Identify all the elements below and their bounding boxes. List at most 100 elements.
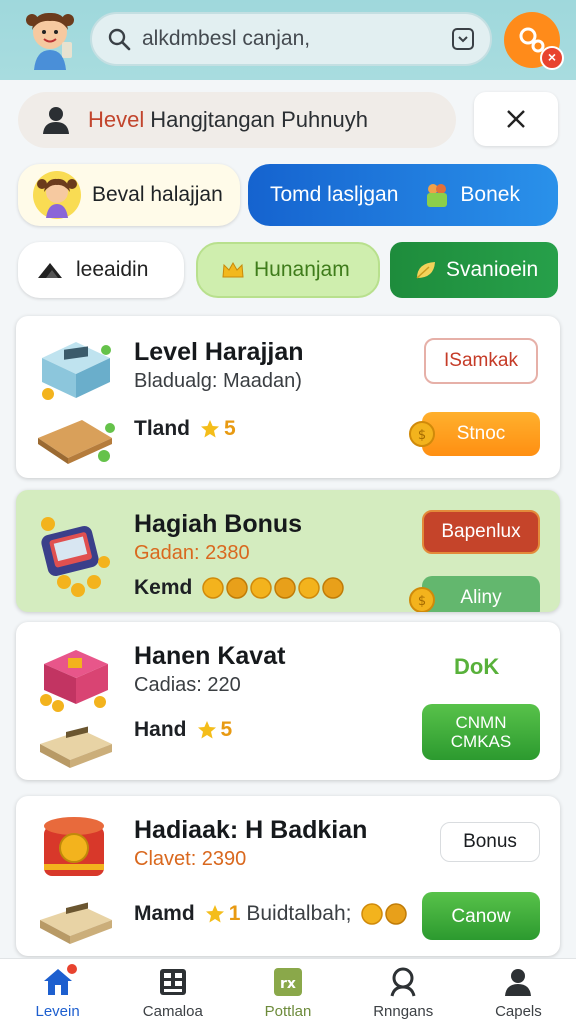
chip-bonek[interactable]: Bonek [422,180,520,210]
coin-icon [298,577,321,599]
card-meta: Kemd [134,576,345,600]
card-subtitle: Gadan: 2380 [134,542,250,564]
svg-text:$: $ [418,594,426,609]
nav-item-camaloa[interactable]: Camaloa [115,959,230,1024]
chip-hunanjam[interactable]: Hunanjam [196,242,380,298]
coin-icon [250,577,273,599]
card-meta-label: Kemd [134,576,193,599]
card-claim-button[interactable]: Canow [422,892,540,940]
card-meta-value: 1 [228,902,241,925]
red-gift-icon [40,650,108,712]
nav-label: Levein [35,1003,80,1020]
coin-icon [274,577,297,599]
star-icon [197,721,216,739]
reward-card-4[interactable]: Hadiaak: H Badkian Clavet: 2390 Mamd 1 B… [16,796,560,956]
search-bar[interactable]: alkdmbesl canjan, [90,12,492,66]
card-title: Hanen Kavat [134,642,286,670]
card-subtitle: Bladualg: Maadan) [134,370,302,392]
card-meta-label: Hand [134,718,187,741]
kid-avatar-icon[interactable] [18,8,82,70]
nav-label: Pottlan [264,1003,312,1020]
nav-item-rnngans[interactable]: Rnngans [346,959,461,1024]
coin-row [200,577,345,599]
top-header: alkdmbesl canjan, × [0,0,576,80]
nav-item-pottlan[interactable]: rx Pottlan [230,959,345,1024]
card-subtitle: Cadias: 220 [134,674,241,696]
coin-icon [202,577,225,599]
chip-label: leeaidin [76,258,149,281]
chip-label: Svanioein [446,258,539,281]
card-subtitle: Clavet: 2390 [134,848,247,870]
coin-icon [322,577,345,599]
banner-title: Hangjtangan Puhnuyh [150,107,368,132]
chip-svanioein[interactable]: Svanioein [390,242,558,298]
mountain-icon [38,263,62,278]
chip-label: Bonek [460,183,520,206]
crown-icon [222,261,244,278]
cash-stack-icon [40,902,112,944]
card-meta-extra: Buidtalbah; [246,902,352,925]
tablet-icon[interactable] [450,26,476,52]
card-meta-label: Mamd [134,902,195,925]
card-bonus-button[interactable]: Bonus [440,822,540,862]
close-icon [507,110,525,128]
reward-card-1[interactable]: Level Harajjan Bladualg: Maadan) Tland 5… [16,316,560,478]
card-meta-value: 5 [224,417,236,440]
card-meta-value: 5 [220,718,233,741]
girl-avatar-icon [33,171,81,219]
card-title: Level Harajjan [134,338,304,366]
card-claim-button[interactable]: Stnoc [422,412,540,456]
coin-icon: $ [409,421,435,447]
card-meta-label: Tland [134,417,190,440]
grid-list-icon [159,969,186,995]
gift-box-icon [42,342,111,400]
banner-close-button[interactable] [474,92,558,146]
nav-item-levein[interactable]: Levein [0,959,115,1024]
chip-tomd-lasljgan[interactable]: Tomd lasljgan Bonek [248,164,558,226]
card-status-label: DoK [454,654,500,679]
button-label-line1: CNMN [455,713,507,732]
rx-icon: rx [274,968,302,996]
notification-dot [66,963,78,975]
card-meta: Mamd 1 Buidtalbah; [134,902,408,926]
bottom-navigation: Levein Camaloa rx Pottlan Rnngans Capels [0,958,576,1024]
search-person-icon [390,967,416,997]
chip-label: Hunanjam [254,258,350,281]
nav-label: Capels [495,1003,542,1020]
link-button[interactable]: × [504,12,564,70]
card-claim-button[interactable]: CNMN CMKAS [422,704,540,760]
cash-stack-icon [40,726,112,768]
star-icon [205,905,224,923]
chip-beval-halajjan[interactable]: Beval halajjan [18,164,240,226]
coin-icon [226,577,249,599]
tablet-coins-icon [41,517,110,597]
reward-card-3[interactable]: Hanen Kavat Cadias: 220 Hand 5 DoK CNMN … [16,622,560,780]
nav-item-capels[interactable]: Capels [461,959,576,1024]
search-input[interactable]: alkdmbesl canjan, [142,27,450,51]
coin-icon: $ [409,587,435,612]
chip-label: Tomd lasljgan [270,183,399,206]
card-title: Hagiah Bonus [134,510,303,538]
card-action-button[interactable]: Bapenlux [422,510,540,554]
svg-text:rx: rx [280,976,296,992]
star-icon [201,420,219,438]
coin-icon [385,903,408,925]
wallet-icon [38,420,115,464]
search-icon [108,28,131,51]
promo-banner[interactable]: Hevel Hangjtangan Puhnuyh [18,92,456,148]
red-box-icon [44,817,104,876]
chip-leeaidin[interactable]: leeaidin [18,242,184,298]
chip-label: Beval halajjan [92,183,223,206]
leaf-icon [416,262,435,279]
card-meta: Hand 5 [134,718,232,742]
card-meta: Tland 5 [134,417,236,441]
nav-label: Camaloa [142,1003,203,1020]
basket-icon [427,184,448,207]
profile-icon [505,969,532,996]
close-badge-icon[interactable]: × [540,46,564,70]
card-action-button[interactable]: ISamkak [424,338,538,384]
coin-icon [361,903,384,925]
svg-text:$: $ [418,428,426,443]
card-claim-button[interactable]: Aliny [422,576,540,612]
reward-card-2[interactable]: Hagiah Bonus Gadan: 2380 Kemd Bapenlux $… [16,490,560,612]
